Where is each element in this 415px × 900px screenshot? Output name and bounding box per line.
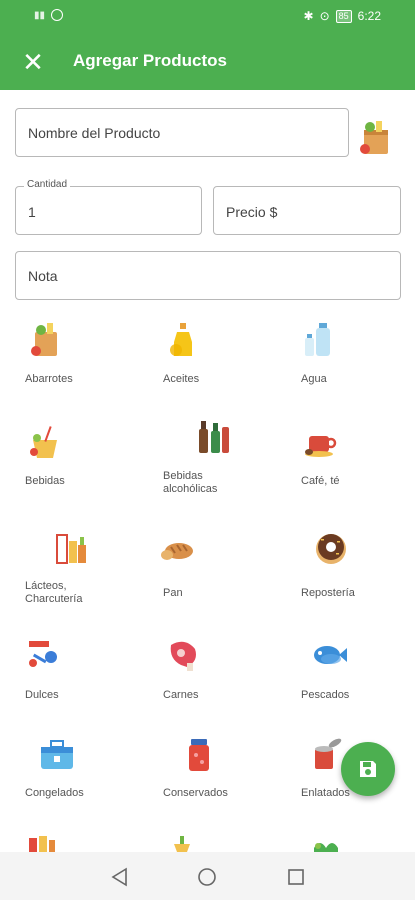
- category-lacteos[interactable]: Lácteos, Charcutería: [25, 527, 145, 607]
- dairy-icon: [51, 527, 91, 567]
- category-label: Bebidas alcohólicas: [163, 470, 218, 495]
- category-label: Dulces: [25, 689, 59, 701]
- category-label: Bebidas: [25, 475, 65, 487]
- water-bottle-icon: [301, 320, 341, 360]
- category-label: Conservados: [163, 787, 228, 799]
- category-reposteria[interactable]: Repostería: [301, 527, 415, 607]
- coffee-cup-icon: [301, 422, 341, 462]
- alcohol-bottles-icon: [193, 417, 233, 457]
- category-aceites[interactable]: Aceites: [163, 320, 283, 390]
- category-label: Agua: [301, 373, 327, 385]
- save-button[interactable]: [341, 742, 395, 796]
- category-label: Enlatados: [301, 787, 350, 799]
- category-label: Repostería: [301, 587, 355, 599]
- home-icon[interactable]: [194, 864, 220, 890]
- status-bar: ▮▮ ✱ ⊙ 85 6:22: [0, 0, 415, 34]
- category-label: Café, té: [301, 475, 340, 487]
- battery-icon: 85: [335, 9, 352, 23]
- note-placeholder: Nota: [28, 268, 58, 284]
- category-cafe-te[interactable]: Café, té: [301, 422, 415, 492]
- category-label: Pan: [163, 587, 183, 599]
- grocery-bag-icon: [25, 320, 65, 360]
- bluetooth-icon: ✱: [303, 9, 314, 23]
- quantity-label: Cantidad: [24, 179, 71, 190]
- category-conservados[interactable]: Conservados: [163, 735, 283, 805]
- category-abarrotes[interactable]: Abarrotes: [25, 320, 145, 390]
- back-icon[interactable]: [107, 864, 133, 890]
- cooler-icon: [37, 735, 77, 775]
- oil-bottle-icon: [163, 320, 203, 360]
- signal-icon: ▮▮: [34, 9, 46, 21]
- product-name-field[interactable]: Nombre del Producto: [15, 108, 349, 157]
- quantity-field[interactable]: Cantidad 1: [15, 179, 202, 235]
- category-agua[interactable]: Agua: [301, 320, 415, 390]
- partial-item-2: [170, 834, 194, 852]
- drinks-icon: [25, 422, 65, 462]
- donut-icon: [311, 527, 351, 567]
- category-bebidas-alcoholicas[interactable]: Bebidas alcohólicas: [163, 417, 283, 497]
- category-carnes[interactable]: Carnes: [163, 635, 283, 705]
- app-bar: ✕ Agregar Productos: [0, 34, 415, 90]
- category-label: Carnes: [163, 689, 199, 701]
- grocery-bag-icon[interactable]: [358, 118, 394, 156]
- note-field[interactable]: Nota: [15, 251, 401, 300]
- price-field[interactable]: Precio $: [213, 186, 401, 235]
- product-name-placeholder: Nombre del Producto: [28, 125, 161, 141]
- fish-icon: [309, 635, 349, 675]
- location-icon: ⊙: [319, 9, 330, 23]
- category-label: Lácteos, Charcutería: [25, 580, 83, 605]
- category-label: Pescados: [301, 689, 350, 701]
- status-right: ✱ ⊙ 85 6:22: [304, 9, 382, 23]
- system-nav-bar: [0, 852, 415, 900]
- category-label: Abarrotes: [25, 373, 73, 385]
- quantity-value: 1: [28, 204, 36, 220]
- save-icon: [358, 759, 378, 784]
- candy-icon: [25, 635, 65, 675]
- recents-icon[interactable]: [283, 864, 309, 890]
- category-label: Congelados: [25, 787, 84, 799]
- partial-item-3: [312, 834, 342, 852]
- meat-icon: [163, 635, 203, 675]
- category-label: Aceites: [163, 373, 200, 385]
- bread-icon: [157, 527, 197, 567]
- category-pescados[interactable]: Pescados: [301, 635, 415, 705]
- close-icon[interactable]: ✕: [18, 47, 48, 77]
- price-placeholder: Precio $: [226, 204, 278, 220]
- page-title: Agregar Productos: [73, 51, 227, 70]
- category-dulces[interactable]: Dulces: [25, 635, 145, 705]
- sim-icon: [51, 9, 64, 21]
- partial-item-1: [27, 834, 57, 852]
- category-congelados[interactable]: Congelados: [25, 735, 145, 805]
- status-time: 6:22: [357, 9, 381, 23]
- jar-icon: [181, 735, 221, 775]
- status-left: ▮▮: [34, 9, 64, 21]
- category-bebidas[interactable]: Bebidas: [25, 422, 145, 492]
- category-pan[interactable]: Pan: [161, 527, 283, 607]
